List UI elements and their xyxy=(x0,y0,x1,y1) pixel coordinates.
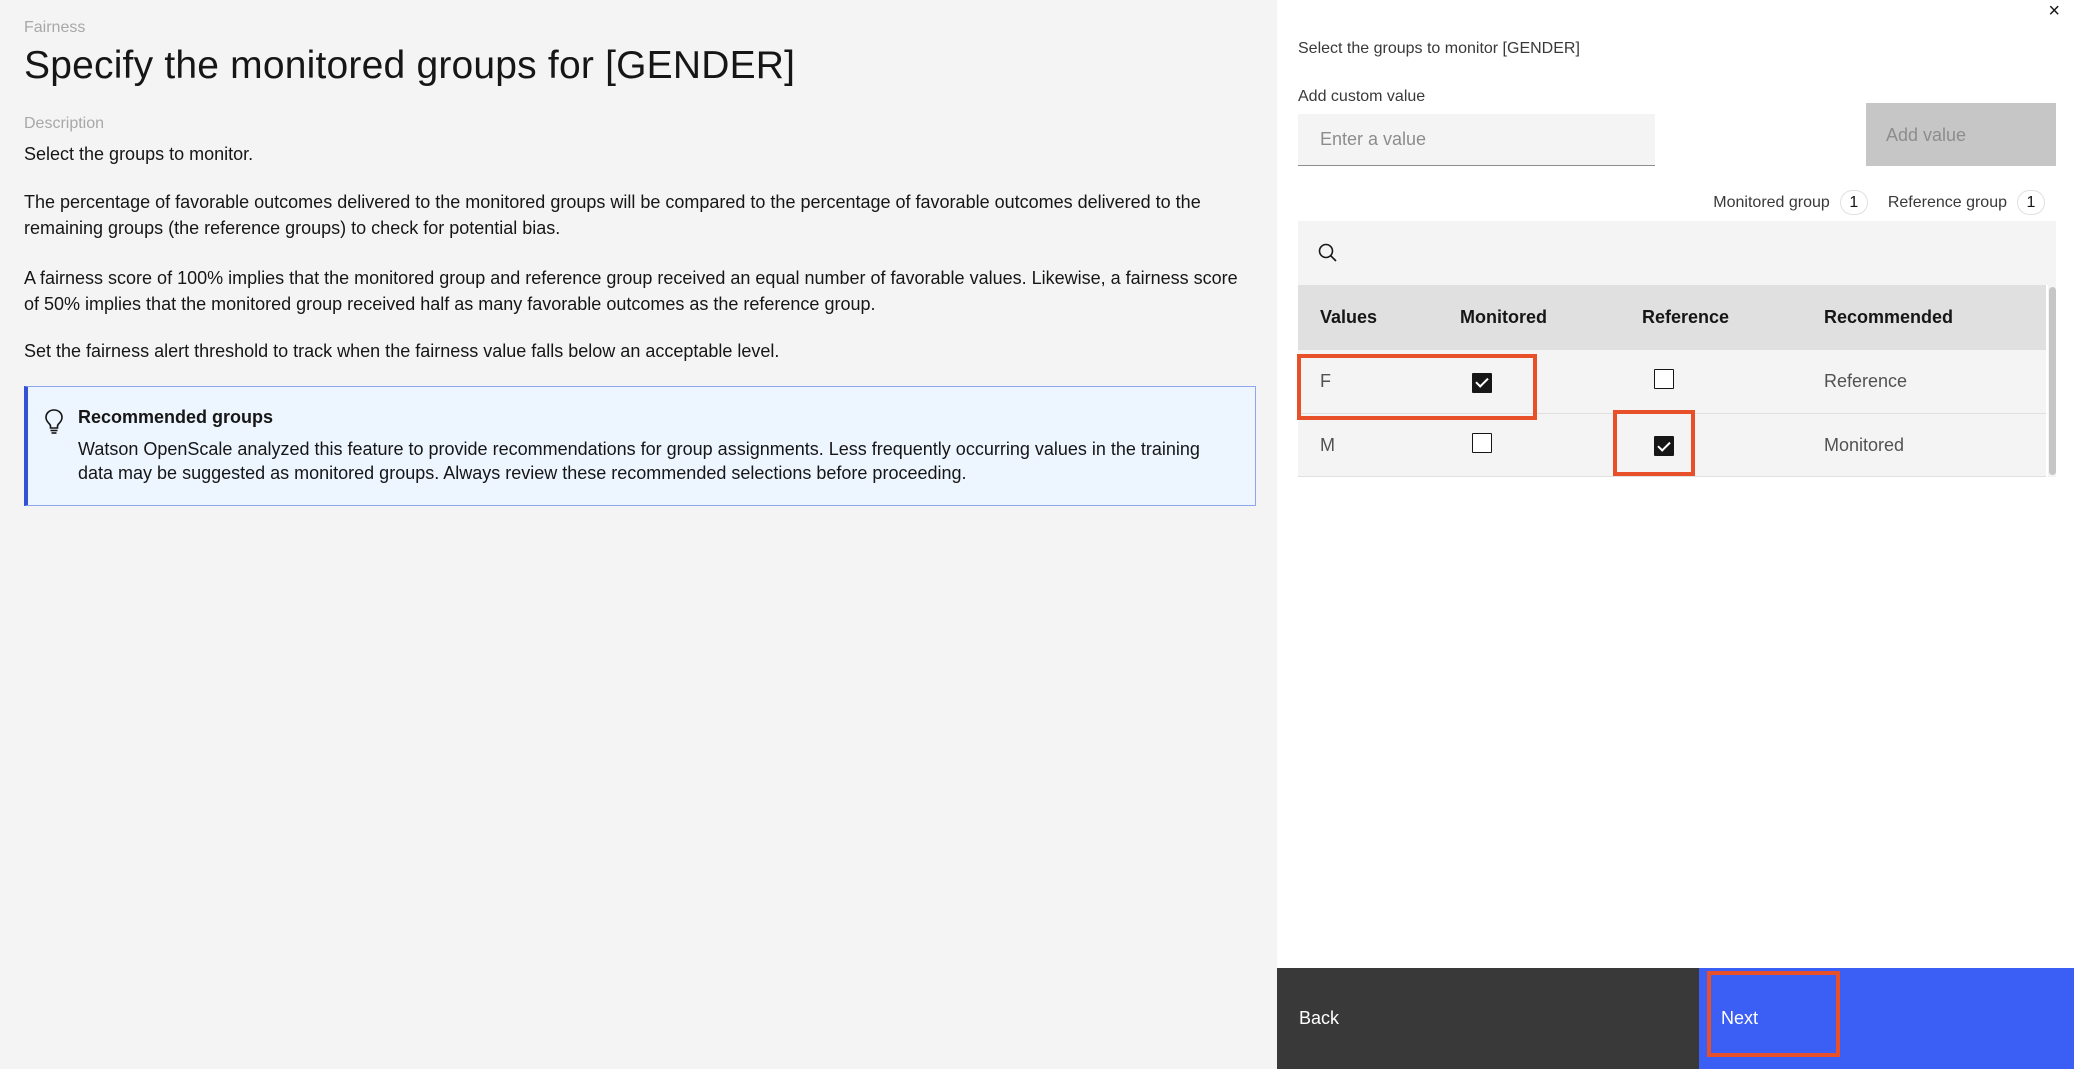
lightbulb-icon xyxy=(42,407,66,435)
table-row: M Monitored xyxy=(1298,413,2046,477)
monitored-group-label: Monitored group xyxy=(1713,193,1830,211)
description-paragraph: The percentage of favorable outcomes del… xyxy=(24,192,1201,238)
table-scrollbar[interactable] xyxy=(2048,285,2056,477)
reference-group-label: Reference group xyxy=(1887,193,2007,211)
custom-value-input[interactable] xyxy=(1298,114,1655,166)
close-icon[interactable]: × xyxy=(2048,0,2060,23)
header-reference: Reference xyxy=(1642,306,1730,327)
eyebrow-label: Fairness xyxy=(24,19,86,36)
notice-title: Recommended groups xyxy=(78,407,274,427)
table-search[interactable] xyxy=(1298,221,2056,285)
group-selection-panel: × Select the groups to monitor [GENDER] … xyxy=(1277,0,2074,1069)
monitored-checkbox[interactable] xyxy=(1472,432,1492,453)
reference-count-badge: 1 xyxy=(2017,190,2045,215)
add-value-button[interactable]: Add value xyxy=(1866,103,2056,166)
row-recommended: Monitored xyxy=(1824,434,1905,455)
description-paragraph: A fairness score of 100% implies that th… xyxy=(24,268,1238,314)
table-header: Values Monitored Reference Recommended xyxy=(1298,285,2046,349)
panel-title: Select the groups to monitor [GENDER] xyxy=(1298,40,1580,57)
page-title: Specify the monitored groups for [GENDER… xyxy=(24,44,796,87)
search-icon[interactable] xyxy=(1316,241,1340,265)
monitored-cell xyxy=(1438,370,1620,393)
monitored-cell xyxy=(1438,432,1620,458)
back-button[interactable]: Back xyxy=(1277,968,1699,1069)
reference-cell xyxy=(1620,434,1802,457)
reference-checkbox[interactable] xyxy=(1654,369,1674,389)
description-paragraph: Set the fairness alert threshold to trac… xyxy=(24,341,780,361)
row-recommended: Reference xyxy=(1824,371,1908,391)
recommended-groups-notice: Recommended groups Watson OpenScale anal… xyxy=(24,386,1256,506)
description-text: Select the groups to monitor. xyxy=(24,144,254,164)
row-value: M xyxy=(1320,434,1335,455)
main-content: Fairness Specify the monitored groups fo… xyxy=(0,0,1277,1069)
scrollbar-thumb[interactable] xyxy=(2049,287,2056,475)
row-value: F xyxy=(1320,371,1331,391)
monitored-checkbox[interactable] xyxy=(1472,372,1492,393)
notice-body: Watson OpenScale analyzed this feature t… xyxy=(78,439,1200,483)
group-counts: Monitored group 1 Reference group 1 xyxy=(1713,190,2045,215)
description-label: Description xyxy=(24,115,105,132)
next-button[interactable]: Next xyxy=(1699,968,2074,1069)
header-values: Values xyxy=(1320,306,1378,327)
header-monitored: Monitored xyxy=(1460,306,1547,327)
custom-value-label: Add custom value xyxy=(1298,88,1426,105)
reference-checkbox[interactable] xyxy=(1654,436,1674,457)
header-recommended: Recommended xyxy=(1824,306,1954,327)
reference-cell xyxy=(1620,369,1802,394)
groups-table: Values Monitored Reference Recommended F… xyxy=(1298,285,2046,477)
monitored-group-count: Monitored group 1 xyxy=(1713,190,1868,215)
table-row: F Reference xyxy=(1298,349,2046,413)
reference-group-count: Reference group 1 xyxy=(1888,190,2045,215)
monitored-count-badge: 1 xyxy=(1839,190,1868,215)
panel-footer: Back Next xyxy=(1277,968,2074,1069)
